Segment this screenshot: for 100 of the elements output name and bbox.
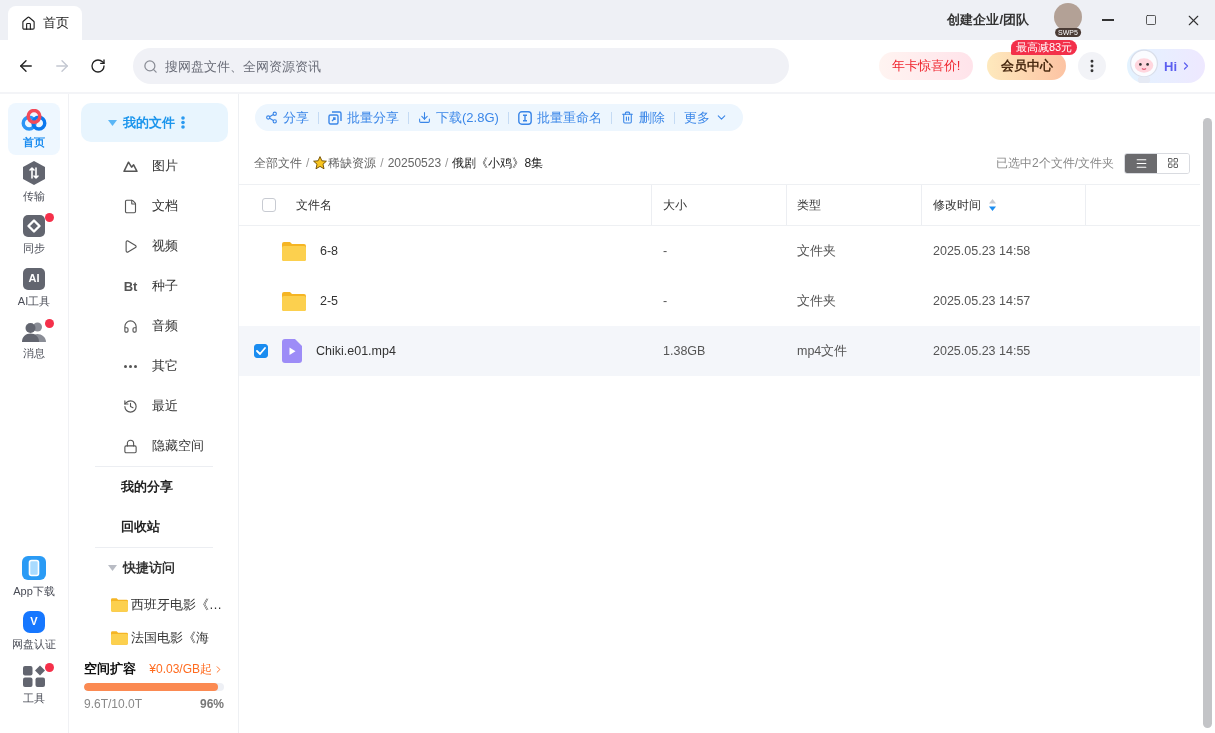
- search-field[interactable]: 搜网盘文件、全网资源资讯: [133, 48, 789, 84]
- file-type: 文件夹: [797, 242, 836, 260]
- category-item[interactable]: 文档: [69, 186, 238, 226]
- home-icon: [21, 15, 36, 31]
- quick-access-item[interactable]: 法国电影《海: [69, 621, 238, 654]
- v-logo: V: [23, 610, 45, 633]
- nav-item[interactable]: 同步: [8, 209, 60, 261]
- modified-time: 2025.05.23 14:58: [933, 244, 1031, 258]
- category-item[interactable]: 图片: [69, 146, 238, 186]
- lock-icon: [123, 438, 138, 454]
- nav-item[interactable]: 消息: [8, 315, 60, 367]
- folder-icon: [111, 597, 128, 612]
- toolbar-button[interactable]: 批量重命名: [508, 104, 611, 131]
- column-header[interactable]: 修改时间: [922, 185, 1086, 225]
- discount-badge: 最高减83元: [1011, 40, 1078, 55]
- vertical-dots-icon: [181, 116, 185, 129]
- browser-tab[interactable]: 首页: [8, 6, 82, 40]
- modified-time: 2025.05.23 14:55: [933, 344, 1031, 358]
- right-arrow-icon: [53, 57, 71, 75]
- file-size: -: [663, 244, 668, 258]
- category-item[interactable]: 其它: [69, 346, 238, 386]
- sidebar-link[interactable]: 我的分享: [69, 467, 238, 507]
- list-icon: [1134, 156, 1148, 170]
- grid-icon: [23, 664, 45, 687]
- file-type: mp4文件: [797, 342, 848, 360]
- breadcrumb-current[interactable]: 俄剧《小鸡》8集: [452, 154, 544, 172]
- file-name[interactable]: 6-8: [320, 244, 339, 258]
- avatar[interactable]: [1054, 3, 1082, 31]
- text-cursor-icon: [517, 110, 532, 125]
- share-icon: [265, 111, 278, 124]
- diamond-tile-icon: [23, 214, 45, 237]
- create-team-link[interactable]: 创建企业/团队: [947, 11, 1029, 29]
- refresh-icon: [90, 58, 106, 74]
- category-item[interactable]: 音频: [69, 306, 238, 346]
- storage-title: 空间扩容: [84, 660, 136, 678]
- search-icon: [143, 59, 158, 74]
- star-icon: [313, 156, 328, 170]
- category-item[interactable]: Bt 种子: [69, 266, 238, 306]
- modified-time: 2025.05.23 14:57: [933, 294, 1031, 308]
- file-name[interactable]: Chiki.e01.mp4: [316, 344, 396, 358]
- breadcrumb-separator: /: [306, 156, 310, 170]
- category-item[interactable]: 视频: [69, 226, 238, 266]
- people-icon: [22, 321, 46, 342]
- breadcrumb-link[interactable]: 稀缺资源: [313, 154, 377, 172]
- stacked-share-icon: [328, 110, 342, 125]
- column-header[interactable]: 文件名: [282, 185, 652, 225]
- nav-item[interactable]: App下载: [8, 551, 60, 603]
- sort-icon[interactable]: [989, 199, 996, 211]
- row-checkbox[interactable]: [254, 344, 268, 358]
- headphones-icon: [123, 318, 138, 334]
- category-item[interactable]: 隐藏空间: [69, 426, 238, 466]
- maximize-icon: [1144, 14, 1157, 26]
- column-header[interactable]: 类型: [787, 185, 922, 225]
- breadcrumb-separator: /: [445, 156, 449, 170]
- folder-icon: [282, 291, 306, 311]
- folder-icon: [111, 630, 128, 645]
- column-header[interactable]: 大小: [652, 185, 787, 225]
- download-icon: [418, 111, 431, 124]
- file-size: -: [663, 294, 668, 308]
- more-button[interactable]: [1078, 52, 1106, 80]
- video-file-icon: [282, 339, 302, 363]
- scrollbar-thumb[interactable]: [1203, 118, 1212, 728]
- toolbar-button[interactable]: 分享: [256, 104, 318, 131]
- nav-item[interactable]: 传输: [8, 156, 60, 208]
- ai-logo: AI: [23, 267, 45, 290]
- grid-icon: [1167, 157, 1179, 169]
- select-all-checkbox[interactable]: [262, 198, 276, 212]
- sidebar-link[interactable]: 回收站: [69, 507, 238, 547]
- rings-logo-icon: [21, 108, 47, 131]
- quick-access-item[interactable]: 西班牙电影《…: [69, 588, 238, 621]
- document-icon: [123, 198, 138, 214]
- toolbar-button[interactable]: 下载(2.8G): [409, 104, 508, 131]
- breadcrumb-link[interactable]: 20250523: [387, 156, 442, 170]
- phone-icon: [22, 555, 46, 580]
- trash-icon: [620, 111, 634, 124]
- assistant-button[interactable]: Hi: [1127, 49, 1205, 83]
- file-size: 1.38GB: [663, 344, 706, 358]
- toolbar-button[interactable]: 批量分享: [319, 104, 408, 131]
- category-item[interactable]: 最近: [69, 386, 238, 426]
- list-view-button[interactable]: [1125, 153, 1157, 173]
- mountain-icon: [123, 160, 138, 172]
- file-name[interactable]: 2-5: [320, 294, 339, 308]
- bt-glyph: Bt: [123, 279, 138, 293]
- nav-item[interactable]: AI AI工具: [8, 262, 60, 314]
- vip-center-button[interactable]: 会员中心: [987, 52, 1066, 80]
- toolbar-button[interactable]: 删除: [611, 104, 674, 131]
- folder-icon: [282, 241, 306, 261]
- file-row[interactable]: Chiki.e01.mp4 1.38GB mp4文件 2025.05.23 14:55: [239, 326, 1200, 376]
- promo-button[interactable]: 年卡惊喜价!: [879, 52, 973, 80]
- play-icon: [123, 238, 138, 254]
- breadcrumb-link[interactable]: 全部文件: [254, 154, 302, 172]
- selection-summary: 已选中2个文件/文件夹: [996, 154, 1114, 172]
- history-icon: [123, 398, 138, 414]
- quick-access-header[interactable]: 快捷访问: [69, 548, 238, 588]
- nav-item[interactable]: 工具: [8, 659, 60, 711]
- file-type: 文件夹: [797, 292, 836, 310]
- minimize-icon: [1101, 19, 1114, 21]
- nav-item[interactable]: V 网盘认证: [8, 605, 60, 657]
- storage-percent: 96%: [199, 697, 224, 711]
- robot-mascot-icon: [1127, 49, 1161, 83]
